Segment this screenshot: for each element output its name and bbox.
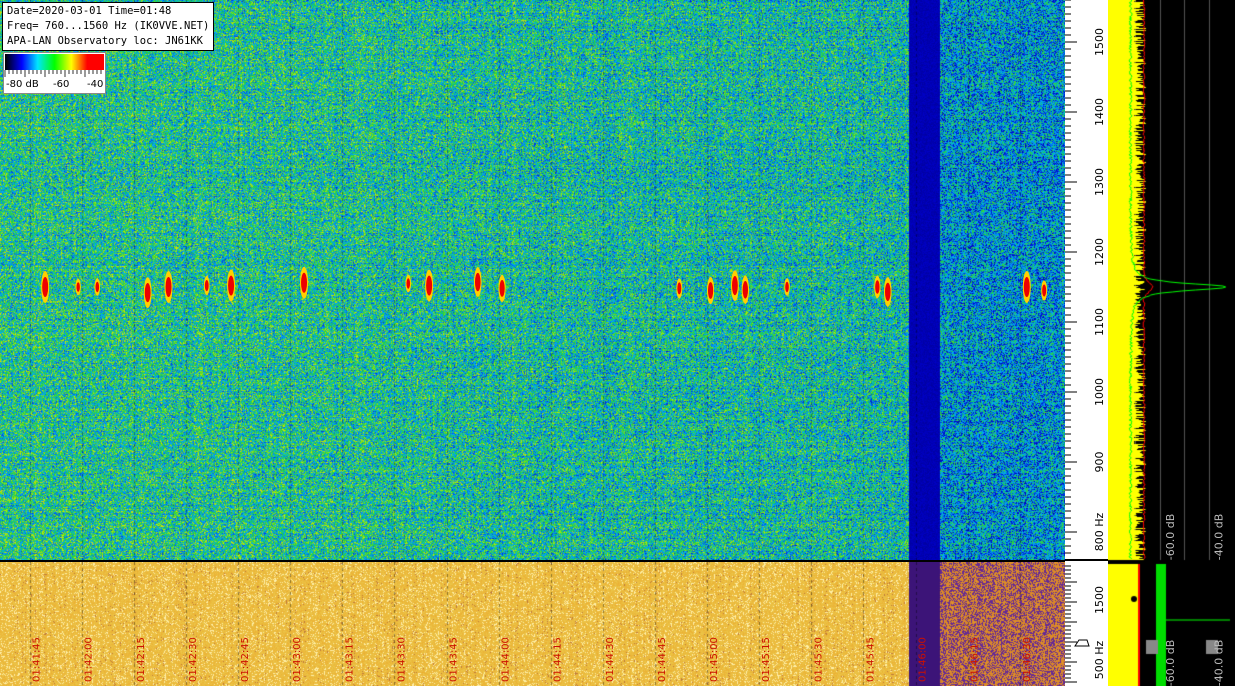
meteor-ping (164, 271, 173, 303)
time-label: 01:43:45 (449, 637, 460, 682)
time-label: 01:43:00 (292, 637, 303, 682)
meteor-ping (75, 278, 81, 296)
info-date-time: Date=2020-03-01 Time=01:48 (7, 5, 172, 17)
spectrum-tick-label: -60.0 dB (1164, 514, 1177, 561)
time-label: 01:44:15 (553, 637, 564, 682)
meteor-ping (405, 274, 412, 293)
frequency-tick-label: 1500 (1093, 28, 1106, 56)
time-label: 01:45:00 (709, 637, 720, 682)
meteor-ping (425, 269, 434, 302)
meteor-ping (874, 275, 881, 299)
time-label: 01:46:30 (1022, 637, 1033, 682)
meteor-ping (883, 277, 892, 307)
time-label: 01:42:15 (136, 637, 147, 682)
meteor-ping (203, 276, 210, 295)
legend-ticks (4, 70, 102, 77)
meteor-ping (1022, 271, 1031, 303)
time-labels: 01:41:45 01:42:00 01:42:15 01:42:30 01:42:45… (32, 637, 1033, 682)
spectrum-tick-label: -40.0 dB (1213, 640, 1226, 686)
time-label: 01:44:00 (501, 637, 512, 682)
frequency-tick-label: 1400 (1093, 98, 1106, 126)
meteor-ping (741, 275, 750, 304)
meteor-ping (143, 277, 152, 308)
lower-frequency-axis-labels: 1500 500 Hz (1093, 586, 1106, 679)
color-legend: -80 dB -60 -40 (3, 52, 106, 94)
frequency-tick-label: 1300 (1093, 168, 1106, 196)
time-label: 01:44:45 (657, 637, 668, 682)
meteor-ping (300, 266, 309, 299)
time-label: 01:42:45 (240, 637, 251, 682)
frequency-axis-ticks (1065, 0, 1077, 683)
spectrum-tick-label: -40.0 dB (1213, 514, 1226, 561)
time-label: 01:46:15 (970, 637, 981, 682)
frequency-tick-label: 1100 (1093, 308, 1106, 336)
meteor-ping (41, 271, 50, 303)
meteor-ping (498, 274, 506, 302)
time-label: 01:43:15 (344, 637, 355, 682)
meteor-ping (784, 278, 790, 296)
meteor-ping (706, 276, 715, 305)
meteor-ping (731, 270, 739, 301)
spectrum-tick-labels: -60.0 dB -60.0 dB -40.0 dB -40.0 dB (1164, 514, 1226, 686)
meteor-ping (94, 278, 101, 296)
legend-label-max: -40 (87, 79, 104, 90)
legend-label-mid: -60 (53, 79, 70, 90)
frequency-tick-label: 900 (1093, 452, 1106, 473)
frequency-axis: 1500 1400 1300 1200 1100 1000 900 800 Hz 1500 50… (1065, 0, 1108, 686)
frequency-tick-label: 800 Hz (1093, 513, 1106, 552)
meteor-ping (227, 269, 236, 302)
time-label: 01:43:30 (396, 637, 407, 682)
time-label: 01:45:15 (761, 637, 772, 682)
frequency-tick-label: 1200 (1093, 238, 1106, 266)
info-frequency: Freq= 760...1560 Hz (IK0VVE.NET) (7, 20, 210, 32)
ping-layer (41, 266, 1048, 308)
time-label: 01:42:00 (84, 637, 95, 682)
legend-color-bar (5, 54, 104, 70)
time-label: 01:41:45 (32, 637, 43, 682)
frequency-tick-label: 1000 (1093, 378, 1106, 406)
meteor-ping (473, 267, 482, 297)
frequency-axis-labels: 1500 1400 1300 1200 1100 1000 900 800 Hz (1093, 28, 1106, 551)
spectrum-tick-label: -60.0 dB (1164, 640, 1177, 686)
info-box: Date=2020-03-01 Time=01:48 Freq= 760...15… (2, 2, 215, 51)
band-marker-icon (1074, 639, 1090, 647)
info-location: APA-LAN Observatory loc: JN61KK (7, 35, 203, 47)
lower-frequency-tick-label: 1500 (1093, 586, 1106, 614)
time-label: 01:46:00 (918, 637, 929, 682)
time-label: 01:45:30 (813, 637, 824, 682)
time-label: 01:44:30 (605, 637, 616, 682)
lower-frequency-tick-label: 500 Hz (1093, 641, 1106, 680)
meteor-ping (1041, 280, 1048, 301)
time-label: 01:45:45 (865, 637, 876, 682)
time-label: 01:42:30 (188, 637, 199, 682)
legend-label-min: -80 dB (6, 79, 39, 90)
meteor-ping (676, 278, 683, 299)
